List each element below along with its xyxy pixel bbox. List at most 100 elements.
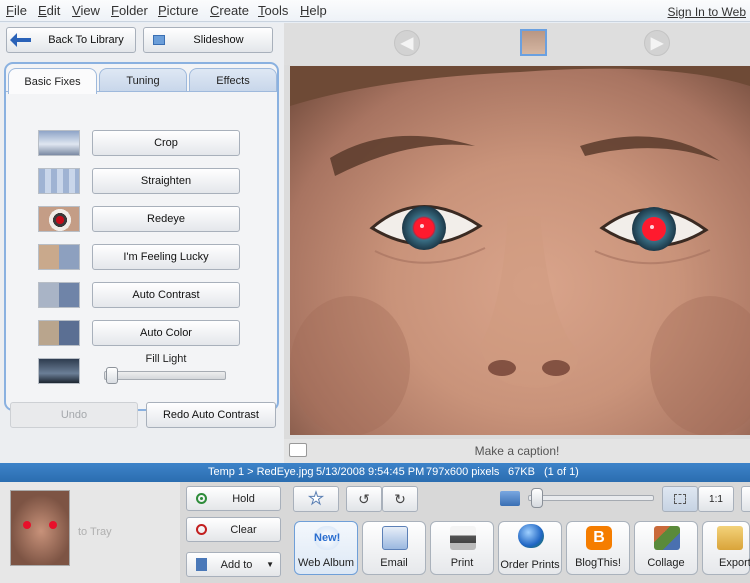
status-bar: Temp 1 > RedEye.jpg 5/13/2008 9:54:45 PM…: [0, 463, 750, 482]
previous-photo-icon[interactable]: ◀: [394, 30, 420, 56]
main-photo[interactable]: [290, 66, 750, 435]
hold-icon: [196, 493, 207, 504]
fill-light-slider[interactable]: [104, 371, 226, 380]
feeling-lucky-thumbnail: [38, 244, 80, 270]
tab-effects[interactable]: Effects: [189, 68, 277, 92]
rotate-left-icon: ↺: [358, 490, 370, 507]
fit-view-button[interactable]: [662, 486, 698, 512]
export-button[interactable]: Export: [702, 521, 750, 575]
rotate-left-button[interactable]: ↺: [346, 486, 382, 512]
email-label: Email: [380, 557, 408, 569]
status-size: 67KB: [508, 466, 535, 478]
thumb-eye-right: [49, 521, 57, 529]
clear-button[interactable]: Clear: [186, 517, 281, 542]
menu-edit[interactable]: Edit: [38, 3, 60, 18]
order-prints-label: Order Prints: [500, 559, 560, 571]
thumb-eye-left: [23, 521, 31, 529]
edit-panel: Back To Library Slideshow Basic Fixes Tu…: [0, 23, 284, 463]
album-icon: [196, 558, 207, 571]
face-photo-illustration: [290, 66, 750, 435]
menu-picture[interactable]: Picture: [158, 3, 198, 18]
more-tools-button[interactable]: [741, 486, 750, 512]
fill-light-slider-thumb[interactable]: [106, 367, 118, 384]
menu-help[interactable]: Help: [300, 3, 327, 18]
star-button[interactable]: ★: [293, 486, 339, 512]
menu-folder[interactable]: Folder: [111, 3, 148, 18]
caption-input[interactable]: Make a caption!: [284, 444, 750, 458]
fill-light-label: Fill Light: [145, 353, 187, 365]
blogthis-label: BlogThis!: [575, 557, 621, 569]
filmstrip-thumbnail[interactable]: [520, 29, 547, 56]
crop-thumbnail: [38, 130, 80, 156]
blogger-icon: B: [586, 526, 612, 550]
zoom-slider[interactable]: [528, 495, 654, 501]
redeye-thumbnail: [38, 206, 80, 232]
zoom-slider-thumb[interactable]: [531, 488, 543, 508]
sign-in-link[interactable]: Sign In to Web: [668, 5, 747, 19]
slideshow-icon: [153, 35, 165, 45]
email-button[interactable]: Email: [362, 521, 426, 575]
tray-area: to Tray: [0, 482, 180, 583]
web-album-button[interactable]: New! Web Album: [294, 521, 358, 575]
menu-view[interactable]: View: [72, 3, 100, 18]
zoom-icon: [500, 491, 520, 506]
add-to-button[interactable]: Add to ▼: [186, 552, 281, 577]
print-button[interactable]: Print: [430, 521, 494, 575]
caption-bar: Make a caption!: [284, 439, 750, 463]
fill-light-thumbnail: [38, 358, 80, 384]
hold-label: Hold: [232, 492, 255, 505]
hold-button[interactable]: Hold: [186, 486, 281, 511]
redo-button[interactable]: Redo Auto Contrast: [146, 402, 276, 428]
rotate-right-icon: ↻: [394, 490, 406, 507]
back-to-library-button[interactable]: Back To Library: [6, 27, 136, 53]
fit-view-icon: [674, 494, 686, 504]
status-date: 5/13/2008 9:54:45 PM: [316, 466, 425, 478]
collage-button[interactable]: Collage: [634, 521, 698, 575]
auto-color-button[interactable]: Auto Color: [92, 320, 240, 346]
status-dimensions: 797x600 pixels: [426, 466, 500, 478]
auto-contrast-button[interactable]: Auto Contrast: [92, 282, 240, 308]
export-label: Export: [719, 557, 750, 569]
menu-file[interactable]: File: [6, 3, 27, 18]
star-icon: ★: [308, 489, 324, 509]
tab-tuning[interactable]: Tuning: [99, 68, 187, 92]
straighten-button[interactable]: Straighten: [92, 168, 240, 194]
feeling-lucky-button[interactable]: I'm Feeling Lucky: [92, 244, 240, 270]
photo-viewer: ◀ ▶ Make a caption!: [284, 23, 750, 463]
print-label: Print: [450, 557, 474, 569]
auto-contrast-thumbnail: [38, 282, 80, 308]
auto-color-thumbnail: [38, 320, 80, 346]
actual-size-button[interactable]: 1:1: [698, 486, 734, 512]
status-count: (1 of 1): [544, 466, 579, 478]
web-album-label: Web Album: [297, 557, 355, 569]
menu-create[interactable]: Create: [210, 3, 249, 18]
redeye-button[interactable]: Redeye: [92, 206, 240, 232]
chevron-down-icon: ▼: [266, 560, 274, 569]
photo-tray: to Tray Hold Clear Add to ▼ ★ ↺ ↻ 1:1 Ne…: [0, 482, 750, 583]
clear-label: Clear: [230, 523, 257, 536]
next-photo-icon[interactable]: ▶: [644, 30, 670, 56]
clear-icon: [196, 524, 207, 535]
tray-thumbnail[interactable]: [10, 490, 70, 566]
crop-button[interactable]: Crop: [92, 130, 240, 156]
menu-bar: File Edit View Folder Picture Create Too…: [0, 0, 750, 22]
web-album-badge: New!: [314, 526, 340, 550]
collage-icon: [654, 526, 680, 550]
filmstrip-bar: ◀ ▶: [284, 23, 750, 65]
undo-button[interactable]: Undo: [10, 402, 138, 428]
email-icon: [382, 526, 408, 550]
status-path: Temp 1 > RedEye.jpg: [208, 466, 314, 478]
back-to-library-label: Back To Library: [48, 34, 124, 46]
add-to-label: Add to: [220, 558, 253, 571]
fix-tabs-panel: Basic Fixes Tuning Effects Crop Straight…: [4, 62, 279, 428]
straighten-thumbnail: [38, 168, 80, 194]
export-folder-icon: [717, 526, 743, 550]
slideshow-label: Slideshow: [193, 34, 244, 46]
tray-hint: to Tray: [78, 526, 112, 538]
slideshow-button[interactable]: Slideshow: [143, 27, 273, 53]
menu-tools[interactable]: Tools: [258, 3, 288, 18]
rotate-right-button[interactable]: ↻: [382, 486, 418, 512]
blogthis-button[interactable]: B BlogThis!: [566, 521, 630, 575]
tab-basic-fixes[interactable]: Basic Fixes: [8, 68, 97, 94]
order-prints-button[interactable]: Order Prints: [498, 521, 562, 575]
